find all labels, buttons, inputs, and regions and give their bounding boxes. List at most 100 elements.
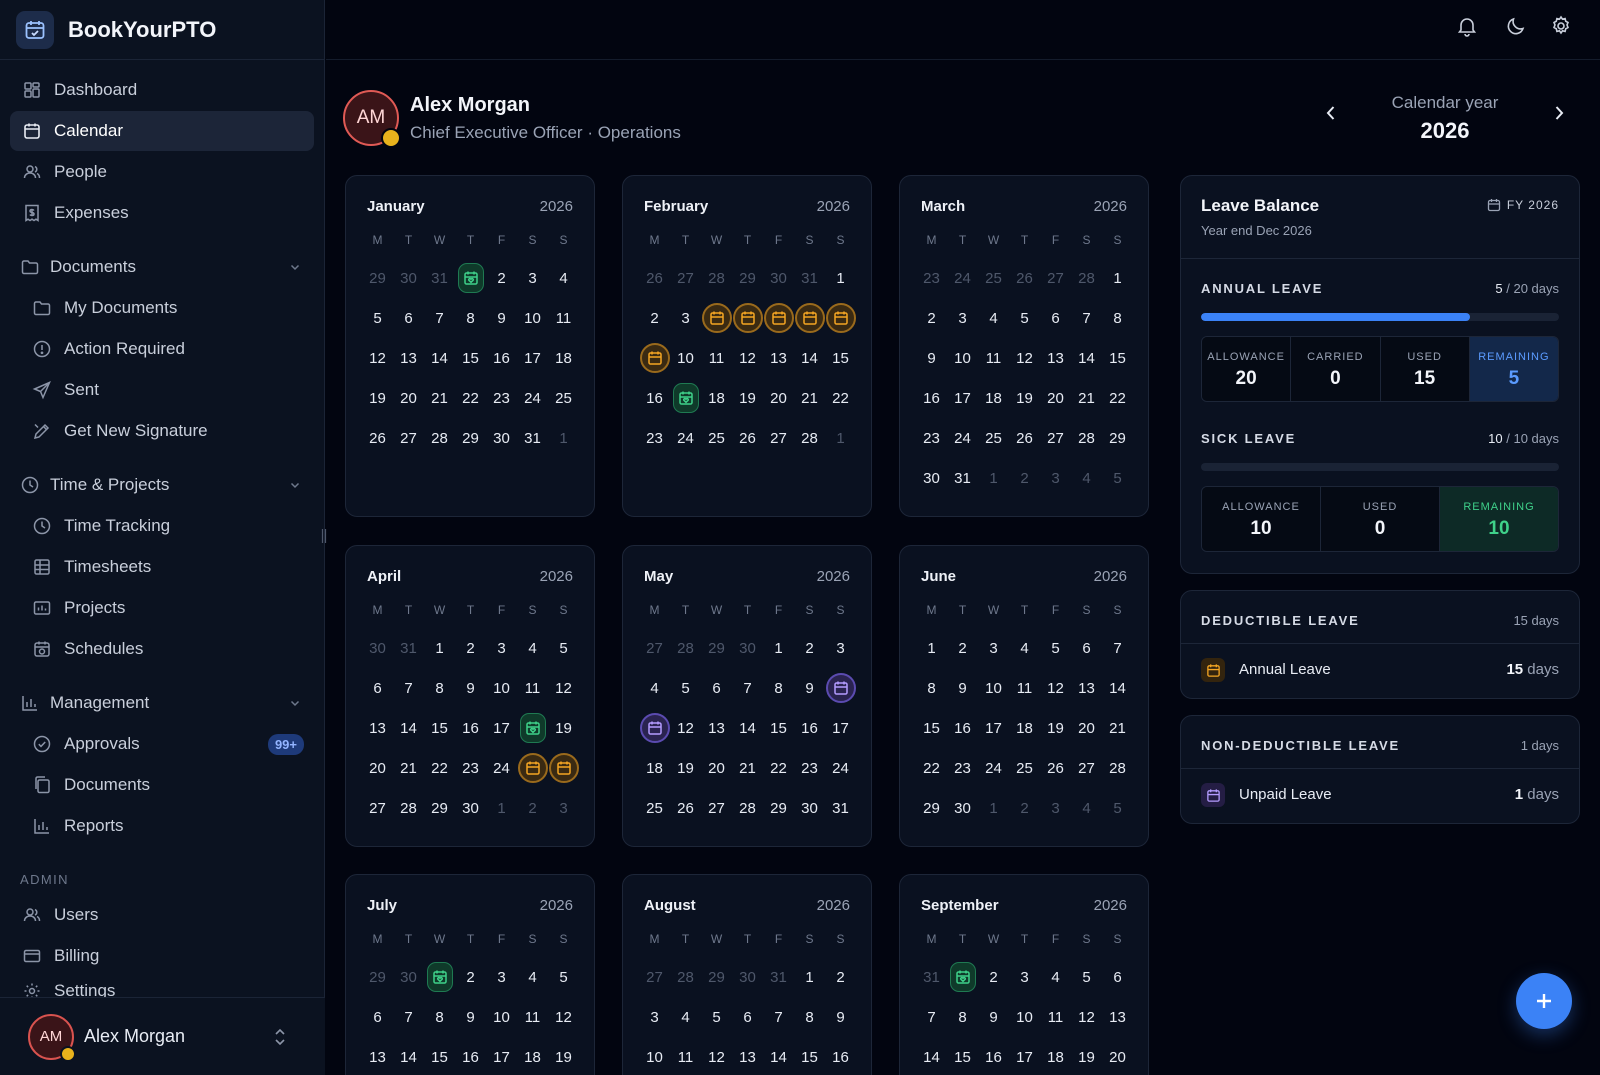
- calendar-day[interactable]: 27: [701, 788, 732, 828]
- calendar-day[interactable]: 4: [978, 298, 1009, 338]
- calendar-day[interactable]: 18: [701, 378, 732, 418]
- calendar-day-outside-month[interactable]: 1: [548, 418, 579, 458]
- annual-leave-day[interactable]: [639, 338, 670, 378]
- calendar-day[interactable]: 6: [732, 997, 763, 1037]
- calendar-day[interactable]: 1: [763, 628, 794, 668]
- calendar-day[interactable]: 2: [639, 298, 670, 338]
- calendar-day[interactable]: 22: [825, 378, 856, 418]
- calendar-day[interactable]: 11: [548, 298, 579, 338]
- sidebar-item-people[interactable]: People: [10, 152, 314, 192]
- calendar-day[interactable]: 4: [548, 258, 579, 298]
- calendar-day[interactable]: 17: [947, 378, 978, 418]
- calendar-day[interactable]: 3: [1009, 957, 1040, 997]
- calendar-day[interactable]: 9: [978, 997, 1009, 1037]
- calendar-day[interactable]: 10: [517, 298, 548, 338]
- sidebar-item-schedules[interactable]: Schedules: [10, 629, 314, 669]
- calendar-day[interactable]: 16: [455, 708, 486, 748]
- calendar-day[interactable]: 24: [670, 418, 701, 458]
- calendar-day[interactable]: 19: [1071, 1037, 1102, 1075]
- calendar-day[interactable]: 3: [825, 628, 856, 668]
- calendar-day[interactable]: 12: [1040, 668, 1071, 708]
- calendar-day[interactable]: 14: [732, 708, 763, 748]
- calendar-day[interactable]: 2: [916, 298, 947, 338]
- calendar-day[interactable]: 5: [670, 668, 701, 708]
- calendar-day[interactable]: 2: [825, 957, 856, 997]
- public-holiday-day[interactable]: [670, 378, 701, 418]
- calendar-day[interactable]: 14: [1102, 668, 1133, 708]
- calendar-day[interactable]: 16: [639, 378, 670, 418]
- calendar-day[interactable]: 8: [947, 997, 978, 1037]
- calendar-day[interactable]: 24: [825, 748, 856, 788]
- calendar-day-outside-month[interactable]: 2: [1009, 788, 1040, 828]
- sidebar-item-settings[interactable]: Settings: [10, 977, 314, 999]
- calendar-day[interactable]: 9: [486, 298, 517, 338]
- calendar-day-outside-month[interactable]: 28: [701, 258, 732, 298]
- calendar-day[interactable]: 11: [978, 338, 1009, 378]
- calendar-day[interactable]: 13: [701, 708, 732, 748]
- calendar-day[interactable]: 2: [947, 628, 978, 668]
- sidebar-item-projects[interactable]: Projects: [10, 588, 314, 628]
- calendar-day[interactable]: 13: [732, 1037, 763, 1075]
- annual-leave-day[interactable]: [825, 298, 856, 338]
- annual-leave-day[interactable]: [794, 298, 825, 338]
- calendar-day[interactable]: 18: [548, 338, 579, 378]
- sidebar-item-approvals[interactable]: Approvals 99+: [10, 724, 314, 764]
- calendar-day[interactable]: 6: [1040, 298, 1071, 338]
- calendar-day[interactable]: 12: [670, 708, 701, 748]
- calendar-day-outside-month[interactable]: 30: [393, 258, 424, 298]
- sidebar-item-my-documents[interactable]: My Documents: [10, 288, 314, 328]
- calendar-day[interactable]: 5: [1071, 957, 1102, 997]
- calendar-day[interactable]: 10: [1009, 997, 1040, 1037]
- calendar-day-outside-month[interactable]: 31: [916, 957, 947, 997]
- calendar-day-outside-month[interactable]: 29: [362, 258, 393, 298]
- calendar-day[interactable]: 16: [794, 708, 825, 748]
- calendar-day[interactable]: 20: [393, 378, 424, 418]
- calendar-day[interactable]: 1: [1102, 258, 1133, 298]
- calendar-day-outside-month[interactable]: 3: [1040, 458, 1071, 498]
- calendar-day[interactable]: 8: [424, 997, 455, 1037]
- calendar-day[interactable]: 10: [639, 1037, 670, 1075]
- calendar-day-outside-month[interactable]: 23: [916, 258, 947, 298]
- calendar-day[interactable]: 13: [763, 338, 794, 378]
- calendar-day[interactable]: 11: [517, 668, 548, 708]
- calendar-day[interactable]: 18: [1009, 708, 1040, 748]
- calendar-day-outside-month[interactable]: 29: [732, 258, 763, 298]
- calendar-day[interactable]: 12: [548, 997, 579, 1037]
- calendar-day[interactable]: 10: [486, 997, 517, 1037]
- calendar-day[interactable]: 28: [794, 418, 825, 458]
- calendar-day[interactable]: 6: [362, 668, 393, 708]
- calendar-day[interactable]: 8: [455, 298, 486, 338]
- calendar-day[interactable]: 15: [424, 1037, 455, 1075]
- calendar-day[interactable]: 3: [486, 628, 517, 668]
- calendar-day-outside-month[interactable]: 30: [763, 258, 794, 298]
- calendar-day[interactable]: 19: [548, 708, 579, 748]
- calendar-day-outside-month[interactable]: 1: [486, 788, 517, 828]
- calendar-day[interactable]: 22: [455, 378, 486, 418]
- calendar-day[interactable]: 25: [978, 418, 1009, 458]
- calendar-day[interactable]: 25: [1009, 748, 1040, 788]
- calendar-day-outside-month[interactable]: 24: [947, 258, 978, 298]
- calendar-day-outside-month[interactable]: 26: [1009, 258, 1040, 298]
- calendar-day-outside-month[interactable]: 31: [763, 957, 794, 997]
- calendar-day[interactable]: 29: [424, 788, 455, 828]
- calendar-day[interactable]: 8: [1102, 298, 1133, 338]
- calendar-day-outside-month[interactable]: 5: [1102, 788, 1133, 828]
- sidebar-item-users[interactable]: Users: [10, 895, 314, 935]
- calendar-day[interactable]: 5: [701, 997, 732, 1037]
- calendar-day[interactable]: 13: [1102, 997, 1133, 1037]
- calendar-day[interactable]: 17: [825, 708, 856, 748]
- sidebar-item-sent[interactable]: Sent: [10, 370, 314, 410]
- calendar-day[interactable]: 27: [1071, 748, 1102, 788]
- sidebar-item-reports[interactable]: Reports: [10, 806, 314, 846]
- calendar-day[interactable]: 10: [486, 668, 517, 708]
- add-request-button[interactable]: [1516, 973, 1572, 1029]
- sidebar-item-timesheets[interactable]: Timesheets: [10, 547, 314, 587]
- calendar-day[interactable]: 7: [763, 997, 794, 1037]
- calendar-day[interactable]: 19: [362, 378, 393, 418]
- calendar-day-outside-month[interactable]: 27: [1040, 258, 1071, 298]
- calendar-day[interactable]: 28: [1071, 418, 1102, 458]
- calendar-day[interactable]: 4: [517, 628, 548, 668]
- calendar-day[interactable]: 7: [393, 997, 424, 1037]
- calendar-day[interactable]: 27: [763, 418, 794, 458]
- calendar-day-outside-month[interactable]: 31: [794, 258, 825, 298]
